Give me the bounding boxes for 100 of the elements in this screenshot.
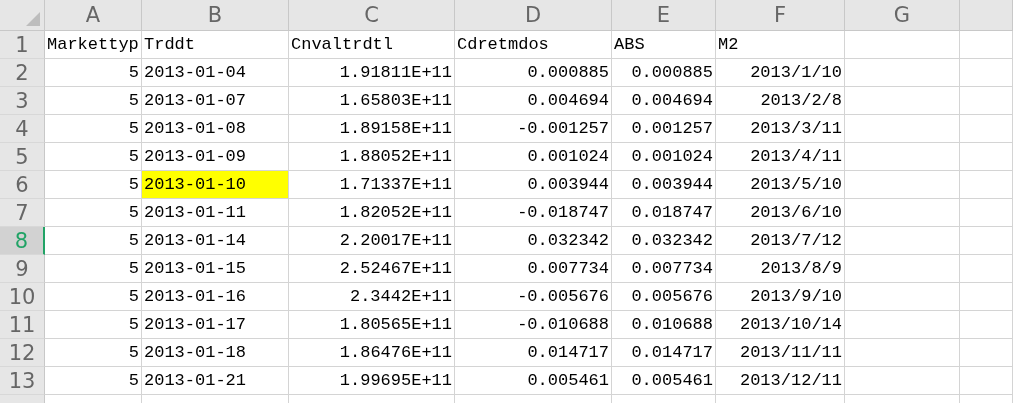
- table-cell: 0.003944: [612, 171, 716, 199]
- row-header[interactable]: 11: [0, 311, 45, 339]
- table-cell: 2013/1/10: [716, 59, 845, 87]
- table-cell: 5: [45, 227, 142, 255]
- row-header[interactable]: 3: [0, 87, 45, 115]
- row-header[interactable]: 2: [0, 59, 45, 87]
- table-cell: 5: [45, 367, 142, 395]
- column-header[interactable]: D: [455, 0, 612, 31]
- table-cell: 2013-01-07: [142, 87, 289, 115]
- table-cell: 0.000885: [612, 59, 716, 87]
- row-header[interactable]: 12: [0, 339, 45, 367]
- row-header[interactable]: 10: [0, 283, 45, 311]
- table-cell: 1.89158E+11: [289, 115, 455, 143]
- table-cell: 2013/8/9: [716, 255, 845, 283]
- table-cell: 2013/2/8: [716, 87, 845, 115]
- table-cell: 0.005461: [455, 367, 612, 395]
- table-cell: 1.65803E+11: [289, 87, 455, 115]
- table-cell: 2.52467E+11: [289, 255, 455, 283]
- row-header[interactable]: 1: [0, 31, 45, 59]
- table-cell: 2013-01-08: [142, 115, 289, 143]
- table-cell: 2013-01-16: [142, 283, 289, 311]
- table-cell: 0.010688: [612, 311, 716, 339]
- table-cell: 2013/6/10: [716, 199, 845, 227]
- table-cell: Cnvaltrdtl: [289, 31, 455, 59]
- empty-cell: [960, 255, 1013, 283]
- table-cell: 2013-01-17: [142, 311, 289, 339]
- table-cell: 2013-01-14: [142, 227, 289, 255]
- column-header[interactable]: [960, 0, 1013, 31]
- column-header[interactable]: G: [845, 0, 960, 31]
- table-cell: 0.001257: [612, 115, 716, 143]
- table-cell: M2: [716, 31, 845, 59]
- table-cell: -0.005676: [455, 283, 612, 311]
- table-cell: 0.032342: [455, 227, 612, 255]
- empty-cell: [960, 87, 1013, 115]
- table-cell: 1.80565E+11: [289, 311, 455, 339]
- table-cell: 2013/10/14: [716, 311, 845, 339]
- column-header[interactable]: F: [716, 0, 845, 31]
- column-header[interactable]: C: [289, 0, 455, 31]
- empty-cell: [960, 311, 1013, 339]
- table-cell: 2013/11/11: [716, 339, 845, 367]
- empty-cell: [960, 59, 1013, 87]
- table-cell: 0.001024: [612, 143, 716, 171]
- table-cell: 2013/9/10: [716, 283, 845, 311]
- table-cell: 2013-01-21: [142, 367, 289, 395]
- column-header[interactable]: A: [45, 0, 142, 31]
- table-cell: -0.010688: [455, 311, 612, 339]
- table-cell: Cdretmdos: [455, 31, 612, 59]
- table-cell: 1.88052E+11: [289, 143, 455, 171]
- table-cell: 0.032342: [612, 227, 716, 255]
- table-cell: ABS: [612, 31, 716, 59]
- select-all-corner[interactable]: [0, 0, 45, 31]
- table-cell: -0.018747: [455, 199, 612, 227]
- table-cell: 1.99695E+11: [289, 367, 455, 395]
- table-cell: 1.71337E+11: [289, 171, 455, 199]
- empty-cell: [960, 199, 1013, 227]
- row-header[interactable]: 6: [0, 171, 45, 199]
- row-header[interactable]: 7: [0, 199, 45, 227]
- table-cell: 0.004694: [612, 87, 716, 115]
- row-header[interactable]: 13: [0, 367, 45, 395]
- table-cell: 1.86476E+11: [289, 339, 455, 367]
- table-cell: 0.007734: [455, 255, 612, 283]
- empty-cell: [960, 171, 1013, 199]
- table-cell: 2013-01-10: [142, 171, 289, 199]
- table-cell: 2013-01-11: [142, 199, 289, 227]
- row-header[interactable]: 4: [0, 115, 45, 143]
- table-cell: 5: [45, 199, 142, 227]
- table-cell: -0.001257: [455, 115, 612, 143]
- empty-cell: [960, 31, 1013, 59]
- table-cell: 2013/3/11: [716, 115, 845, 143]
- table-cell: 1.82052E+11: [289, 199, 455, 227]
- table-cell: 0.005461: [612, 367, 716, 395]
- table-cell: 5: [45, 339, 142, 367]
- row-header[interactable]: 9: [0, 255, 45, 283]
- empty-cell: [960, 283, 1013, 311]
- empty-cell: [960, 227, 1013, 255]
- table-cell: 1.91811E+11: [289, 59, 455, 87]
- row-header[interactable]: 5: [0, 143, 45, 171]
- table-cell: 2013/5/10: [716, 171, 845, 199]
- table-cell: Trddt: [142, 31, 289, 59]
- table-cell: 2013/4/11: [716, 143, 845, 171]
- table-cell: 0.014717: [455, 339, 612, 367]
- empty-cell: [960, 143, 1013, 171]
- table-cell: 0.004694: [455, 87, 612, 115]
- empty-cell: [960, 367, 1013, 395]
- column-header[interactable]: B: [142, 0, 289, 31]
- table-cell: 2.20017E+11: [289, 227, 455, 255]
- column-header[interactable]: E: [612, 0, 716, 31]
- empty-cell: [960, 115, 1013, 143]
- table-cell: 2013-01-04: [142, 59, 289, 87]
- table-cell: 2013/12/11: [716, 367, 845, 395]
- table-cell: 0.003944: [455, 171, 612, 199]
- table-cell: 2013/7/12: [716, 227, 845, 255]
- table-cell: 0.018747: [612, 199, 716, 227]
- table-cell: 0.000885: [455, 59, 612, 87]
- triangle-icon: [26, 12, 40, 26]
- table-cell: 0.007734: [612, 255, 716, 283]
- table-cell: 5: [45, 311, 142, 339]
- table-cell: 0.014717: [612, 339, 716, 367]
- table-cell: 5: [45, 143, 142, 171]
- table-cell: 5: [45, 255, 142, 283]
